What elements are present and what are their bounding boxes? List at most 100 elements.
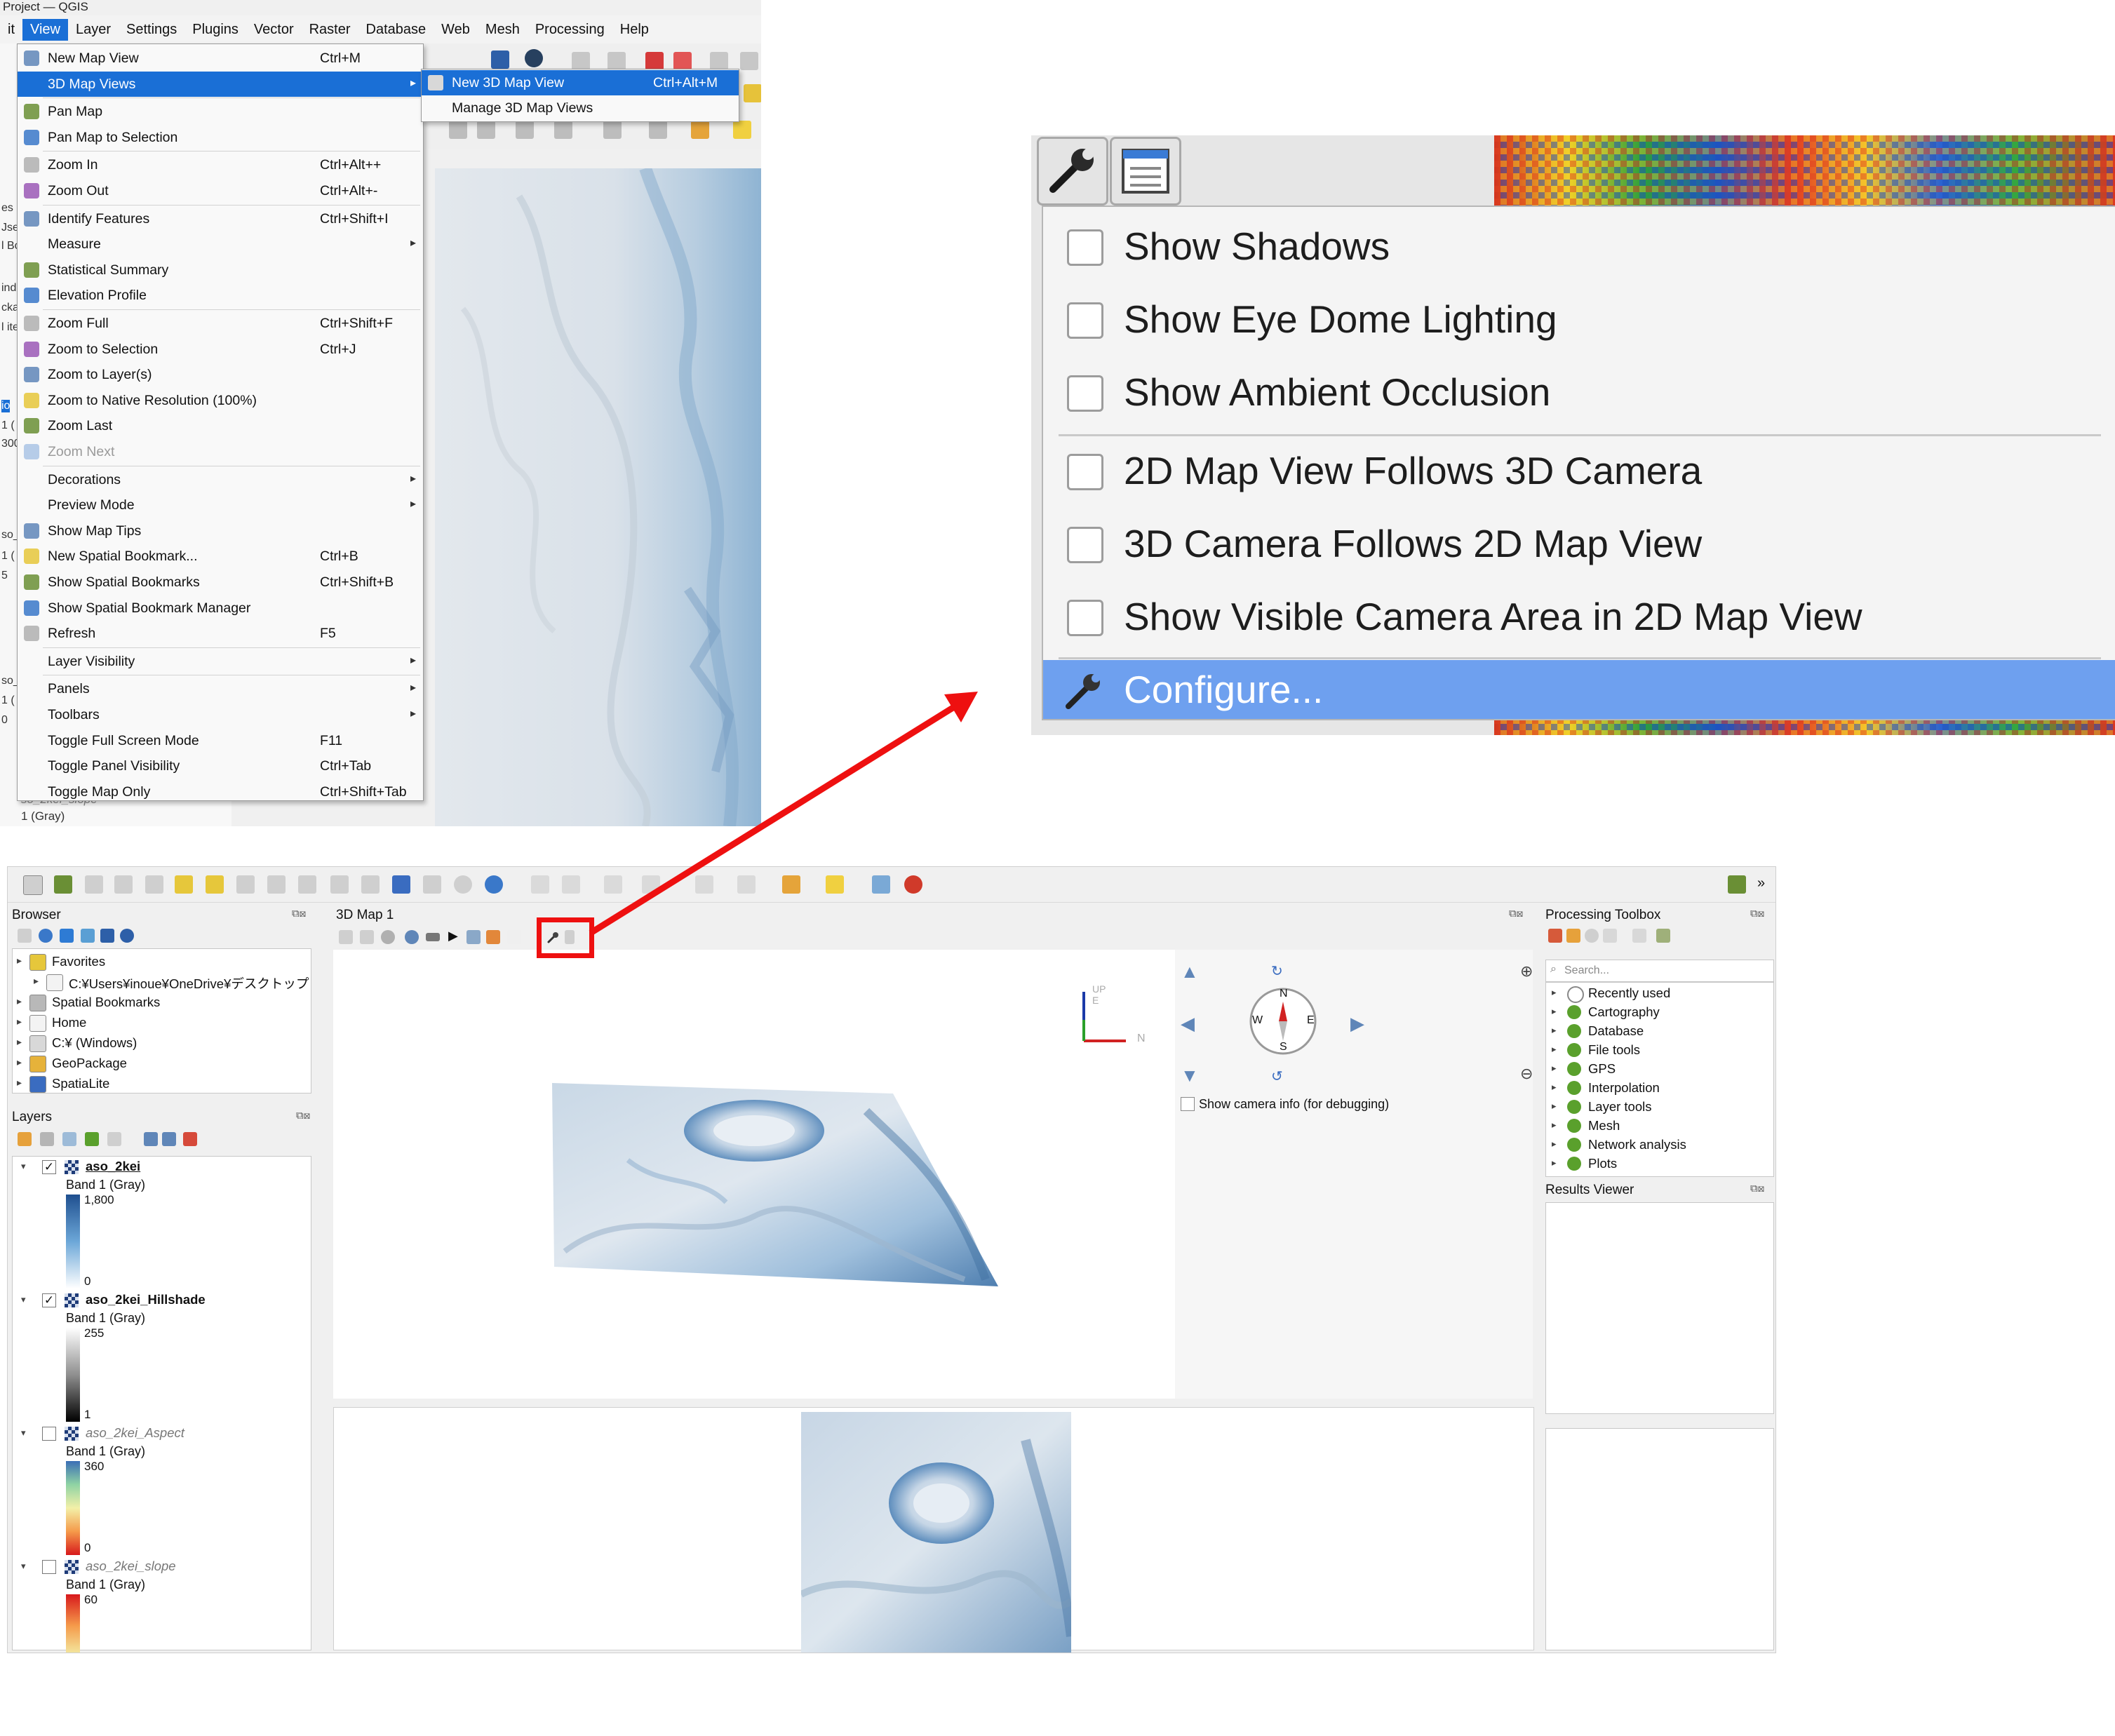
menu-item-zoom-in[interactable]: Zoom In Ctrl+Alt++ bbox=[18, 152, 423, 177]
tool-icon[interactable] bbox=[572, 52, 590, 70]
menu-item-3d-map-views[interactable]: 3D Map Views ▸ bbox=[18, 71, 423, 97]
new-3d-map-view-item[interactable]: New 3D Map View Ctrl+Alt+M bbox=[422, 70, 739, 95]
zoom-in-icon[interactable]: ⊕ bbox=[1520, 962, 1533, 981]
chevron-right-icon[interactable]: ▸ bbox=[1552, 1157, 1557, 1169]
configure-item[interactable]: Configure... bbox=[1043, 660, 2115, 719]
collapse-icon[interactable] bbox=[81, 929, 95, 943]
pan-hand-icon[interactable] bbox=[339, 930, 353, 944]
zoom-in-icon[interactable] bbox=[85, 875, 103, 894]
camera-icon[interactable] bbox=[381, 930, 395, 944]
options-icon[interactable] bbox=[1656, 929, 1670, 943]
chevron-right-icon[interactable]: ▸ bbox=[1552, 1119, 1557, 1131]
layer-visibility-checkbox[interactable]: ✓ bbox=[42, 1293, 56, 1307]
select-tool-icon[interactable] bbox=[604, 875, 622, 894]
tilt-down-icon[interactable]: ▼ bbox=[1181, 1065, 1199, 1086]
menu-item-pan-map[interactable]: Pan Map bbox=[18, 99, 423, 124]
processing-search-box[interactable]: ⌕ Search... bbox=[1545, 960, 1774, 982]
chevron-right-icon[interactable]: ▸ bbox=[1552, 1044, 1557, 1055]
zoom-full-icon[interactable] bbox=[360, 930, 374, 944]
identify-icon[interactable] bbox=[405, 930, 419, 944]
menu-item-zoom-to-native-resolution-100[interactable]: Zoom to Native Resolution (100%) bbox=[18, 388, 423, 413]
show-eye-dome-lighting-item[interactable]: Show Eye Dome Lighting bbox=[1043, 284, 2115, 357]
menu-item-zoom-full[interactable]: Zoom Full Ctrl+Shift+F bbox=[18, 311, 423, 336]
dock-window-button[interactable] bbox=[1110, 137, 1181, 206]
3d-follows-2d-item[interactable]: 3D Camera Follows 2D Map View bbox=[1043, 509, 2115, 581]
tool-icon[interactable] bbox=[607, 52, 626, 70]
menu-view[interactable]: View bbox=[22, 18, 68, 41]
menu-item-zoom-out[interactable]: Zoom Out Ctrl+Alt+- bbox=[18, 178, 423, 203]
select-tool-icon[interactable] bbox=[477, 121, 495, 139]
tool-icon[interactable] bbox=[740, 52, 758, 70]
menu-processing[interactable]: Processing bbox=[528, 19, 612, 41]
tilt-up-icon[interactable]: ▲ bbox=[1181, 961, 1199, 983]
plugin-icon[interactable] bbox=[872, 875, 890, 894]
bookmarks-icon[interactable] bbox=[423, 875, 441, 894]
menu-help[interactable]: Help bbox=[612, 19, 657, 41]
chevron-right-icon[interactable]: ▸ bbox=[17, 995, 22, 1007]
help-icon[interactable] bbox=[491, 51, 509, 69]
chevron-right-icon[interactable]: ▸ bbox=[1552, 1063, 1557, 1074]
edit-features-icon[interactable] bbox=[1632, 929, 1646, 943]
layer-visibility-checkbox[interactable]: ✓ bbox=[42, 1160, 56, 1174]
results-icon[interactable] bbox=[1603, 929, 1617, 943]
checkbox[interactable] bbox=[1067, 375, 1103, 412]
menu-raster[interactable]: Raster bbox=[302, 19, 358, 41]
select-tool-icon[interactable] bbox=[695, 875, 713, 894]
menu-mesh[interactable]: Mesh bbox=[478, 19, 528, 41]
menu-item-toolbars[interactable]: Toolbars ▸ bbox=[18, 702, 423, 727]
table-icon[interactable] bbox=[737, 875, 756, 894]
hillshade-map-canvas[interactable] bbox=[435, 168, 761, 826]
manage-3d-map-views-item[interactable]: Manage 3D Map Views bbox=[422, 95, 739, 121]
chevron-down-icon[interactable]: ▾ bbox=[21, 1294, 26, 1305]
clock-icon[interactable] bbox=[454, 875, 472, 894]
checkbox[interactable] bbox=[1067, 302, 1103, 339]
filter-icon[interactable] bbox=[60, 929, 74, 943]
refresh-icon[interactable] bbox=[39, 929, 53, 943]
menu-item-zoom-last[interactable]: Zoom Last bbox=[18, 413, 423, 438]
menu-web[interactable]: Web bbox=[434, 19, 478, 41]
visibility-icon[interactable] bbox=[62, 1132, 76, 1146]
menu-item-zoom-to-selection[interactable]: Zoom to Selection Ctrl+J bbox=[18, 337, 423, 362]
menu-item-show-spatial-bookmark-manager[interactable]: Show Spatial Bookmark Manager bbox=[18, 596, 423, 621]
chevron-right-icon[interactable]: ▸ bbox=[34, 975, 39, 987]
select-tool-icon[interactable] bbox=[642, 875, 660, 894]
move-right-icon[interactable]: ▶ bbox=[1350, 1013, 1364, 1035]
select-tool-icon[interactable] bbox=[516, 121, 534, 139]
chevron-right-icon[interactable]: ▸ bbox=[17, 1036, 22, 1048]
filter-legend-icon[interactable] bbox=[107, 1132, 121, 1146]
3d-map-canvas[interactable]: UP N E bbox=[333, 950, 1175, 1399]
layer-visibility-checkbox[interactable] bbox=[42, 1560, 56, 1574]
export-icon[interactable] bbox=[466, 930, 481, 944]
table-icon[interactable] bbox=[649, 121, 667, 139]
filter-icon[interactable] bbox=[85, 1132, 99, 1146]
history-icon[interactable] bbox=[1585, 929, 1599, 943]
layer-visibility-checkbox[interactable] bbox=[42, 1427, 56, 1441]
chevron-right-icon[interactable]: ▸ bbox=[1552, 1138, 1557, 1150]
tool-icon[interactable] bbox=[710, 52, 728, 70]
up-icon[interactable] bbox=[100, 929, 114, 943]
bookmark-icon[interactable] bbox=[392, 875, 410, 894]
expand-all-icon[interactable] bbox=[144, 1132, 158, 1146]
chevron-right-icon[interactable]: ▸ bbox=[17, 1077, 22, 1089]
menu-plugins[interactable]: Plugins bbox=[184, 19, 246, 41]
menu-vector[interactable]: Vector bbox=[246, 19, 302, 41]
pin-icon[interactable] bbox=[826, 875, 844, 894]
play-icon[interactable]: ▶ bbox=[448, 929, 458, 943]
menu-item-toggle-panel-visibility[interactable]: Toggle Panel Visibility Ctrl+Tab bbox=[18, 753, 423, 779]
menu-item-preview-mode[interactable]: Preview Mode ▸ bbox=[18, 492, 423, 518]
move-left-icon[interactable]: ◀ bbox=[1181, 1013, 1195, 1035]
zoom-full-icon[interactable] bbox=[145, 875, 163, 894]
camera-info-checkbox[interactable] bbox=[1181, 1097, 1195, 1111]
menu-layer[interactable]: Layer bbox=[68, 19, 119, 41]
checkbox[interactable] bbox=[1067, 229, 1103, 266]
models-icon[interactable] bbox=[1548, 929, 1562, 943]
menu-item-zoom-to-layer-s[interactable]: Zoom to Layer(s) bbox=[18, 362, 423, 387]
filter-icon[interactable] bbox=[782, 875, 800, 894]
rotate-ccw-icon[interactable]: ↺ bbox=[1271, 1068, 1283, 1085]
checkbox[interactable] bbox=[1067, 600, 1103, 636]
menu-settings[interactable]: Settings bbox=[119, 19, 184, 41]
zoom-last-icon[interactable] bbox=[267, 875, 286, 894]
menu-item-toggle-full-screen-mode[interactable]: Toggle Full Screen Mode F11 bbox=[18, 728, 423, 753]
chevron-right-icon[interactable]: ▸ bbox=[1552, 1006, 1557, 1017]
checkbox[interactable] bbox=[1067, 527, 1103, 563]
